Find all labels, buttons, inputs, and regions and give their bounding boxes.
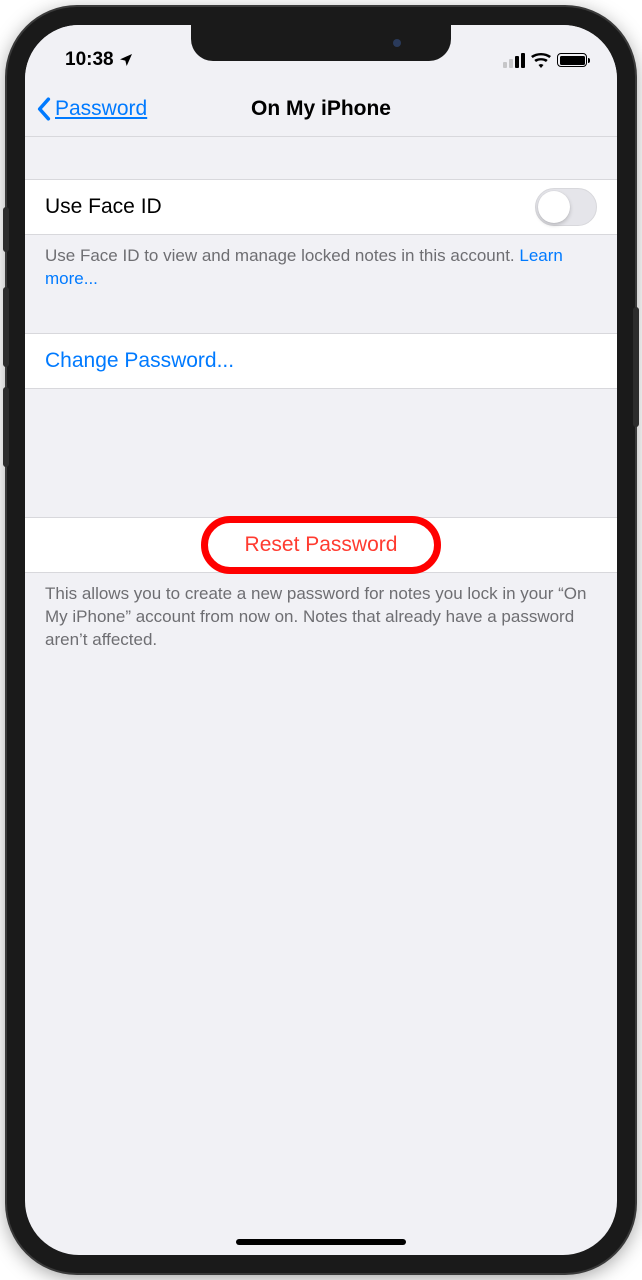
use-face-id-toggle[interactable] <box>535 188 597 226</box>
reset-password-row[interactable]: Reset Password <box>25 517 617 573</box>
face-id-footer-text: Use Face ID to view and manage locked no… <box>45 246 519 265</box>
reset-footer-text: This allows you to create a new password… <box>45 584 586 649</box>
nav-title: On My iPhone <box>251 97 391 121</box>
annotation-highlight <box>201 516 441 574</box>
use-face-id-row: Use Face ID <box>25 179 617 235</box>
power-button <box>633 307 639 427</box>
screen: 10:38 <box>25 25 617 1255</box>
toggle-knob <box>538 191 570 223</box>
volume-up-button <box>3 287 9 367</box>
use-face-id-label: Use Face ID <box>45 195 535 219</box>
status-left: 10:38 <box>65 49 134 71</box>
status-time: 10:38 <box>65 49 114 71</box>
location-icon <box>118 52 134 68</box>
battery-icon <box>557 53 587 67</box>
status-right <box>503 53 587 68</box>
nav-bar: Password On My iPhone <box>25 81 617 137</box>
face-id-footer: Use Face ID to view and manage locked no… <box>25 235 617 291</box>
side-button <box>3 207 9 252</box>
front-camera-icon <box>393 39 401 47</box>
chevron-left-icon <box>37 97 51 121</box>
volume-down-button <box>3 387 9 467</box>
notch <box>191 25 451 61</box>
home-indicator[interactable] <box>236 1239 406 1245</box>
back-button[interactable]: Password <box>37 97 147 121</box>
change-password-row[interactable]: Change Password... <box>25 333 617 389</box>
phone-frame: 10:38 <box>7 7 635 1273</box>
reset-footer: This allows you to create a new password… <box>25 573 617 652</box>
back-label: Password <box>55 97 147 121</box>
content: Use Face ID Use Face ID to view and mana… <box>25 137 617 652</box>
cellular-icon <box>503 53 525 68</box>
change-password-label: Change Password... <box>45 349 234 373</box>
wifi-icon <box>531 53 551 68</box>
